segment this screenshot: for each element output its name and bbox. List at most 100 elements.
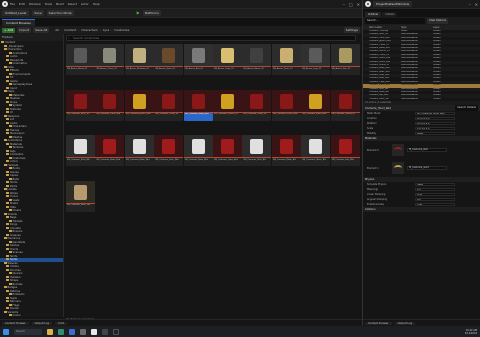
browser-icon[interactable] xyxy=(58,328,64,335)
maximize-icon[interactable]: □ xyxy=(349,2,353,7)
close-icon[interactable]: ✕ xyxy=(357,2,360,7)
breadcrumb-item[interactable]: All xyxy=(55,28,59,32)
material-dropdown[interactable]: M_Costume_Red xyxy=(407,148,447,153)
breadcrumb-item[interactable]: Content xyxy=(64,28,76,32)
breadcrumb-item[interactable]: Characters xyxy=(81,28,97,32)
asset-tile[interactable]: SM_Costume_Chest_02 xyxy=(242,89,272,121)
menu-item-actor[interactable]: Actor xyxy=(81,2,89,6)
asset-tile[interactable]: SM_Costume_Boot_Wht xyxy=(183,135,213,166)
close-icon[interactable]: ✕ xyxy=(475,2,478,7)
bottom-tab-cmd[interactable]: Cmd xyxy=(55,321,68,325)
property-value-field[interactable]: 0.0 0.0 0.0 xyxy=(415,116,455,121)
unreal-editor-icon[interactable] xyxy=(91,328,97,335)
bottom-tab-output-log[interactable]: Output Log xyxy=(31,321,53,325)
asset-tile[interactable]: SM_Costume_Shirt_Blk xyxy=(66,135,95,166)
menu-item-build[interactable]: Build xyxy=(56,2,64,6)
property-value-field[interactable]: 0.0 0.0 0.0 xyxy=(415,121,455,126)
asset-tile[interactable]: SM_Armor_Vest_01 xyxy=(330,44,360,75)
property-value-field[interactable]: 1.0 1.0 1.0 xyxy=(415,126,455,131)
asset-tile[interactable]: SM_Costume_Glove_Red xyxy=(271,89,301,121)
selection-mode-button[interactable]: Selection Mode xyxy=(46,10,74,16)
asset-tile[interactable]: SM_Costume_Shield_01 xyxy=(330,89,360,121)
breadcrumb-item[interactable]: Costumes xyxy=(114,28,129,32)
asset-tile[interactable]: SM_Costume_Glove_Blk xyxy=(301,135,331,166)
asset-tile[interactable]: SM_Costume_Shirt_Yel xyxy=(66,89,95,121)
view-options-button[interactable]: View Options xyxy=(427,18,448,24)
unreal-logo-icon[interactable]: U xyxy=(365,1,371,7)
material-slots: Element 0 M_Costume_Red Element 1 M_Costume… xyxy=(363,141,480,177)
taskbar-search-input[interactable]: Search xyxy=(14,328,42,335)
minimize-icon[interactable]: – xyxy=(469,2,471,7)
outliner-search-input[interactable]: Search... xyxy=(365,18,425,24)
collision-section[interactable]: Collision xyxy=(363,207,480,213)
project-tab[interactable]: ProjectDefaultWindow xyxy=(373,1,413,7)
content-drawer-button[interactable]: Content Drawer xyxy=(365,321,392,325)
property-value-field[interactable]: 0.01 xyxy=(415,192,455,197)
asset-tile[interactable]: SM_Costume_Cape_Red xyxy=(213,135,242,166)
save-all-button[interactable]: Save All xyxy=(33,27,50,33)
asset-tile[interactable]: SM_Costume_Collar_01 xyxy=(154,89,184,121)
asset-tile[interactable]: SM_Costume_Hood_Red xyxy=(183,89,213,121)
asset-tile[interactable]: SM_Armor_Pauldron_01 xyxy=(124,44,154,75)
asset-tile[interactable]: SM_Armor_Boots_01 xyxy=(66,44,95,75)
asset-tile[interactable]: SM_Armor_Boots_02 xyxy=(242,44,272,75)
windows-start-icon[interactable] xyxy=(3,328,9,335)
property-value-field[interactable]: SM_Costume_Hood_Red xyxy=(415,111,455,116)
save-button[interactable]: Save xyxy=(32,10,44,16)
menu-item-edit[interactable]: Edit xyxy=(19,2,25,6)
store-icon[interactable] xyxy=(80,328,86,335)
epic-launcher-icon[interactable] xyxy=(102,328,108,335)
property-value-field[interactable]: Static xyxy=(415,131,455,136)
file-explorer-icon[interactable] xyxy=(47,328,53,335)
property-value-field[interactable]: 0.0 xyxy=(415,187,455,192)
asset-tile[interactable]: SM_Armor_Cape_01 xyxy=(213,44,242,75)
output-log-button[interactable]: Output Log xyxy=(394,321,416,325)
bottom-tab-content-drawer[interactable]: Content Drawer xyxy=(2,321,29,325)
search-input[interactable]: ⌕ Search Costumes xyxy=(66,35,356,41)
asset-tile[interactable]: SM_Armor_Helm_01 xyxy=(154,44,184,75)
clock[interactable]: 10:42 AM 3/14/2024 xyxy=(465,329,477,335)
menu-item-window[interactable]: Window xyxy=(29,2,41,6)
add-button[interactable]: + Add xyxy=(2,27,16,33)
asset-tile[interactable]: SM_Armor_Legs_01 xyxy=(301,44,331,75)
play-icon[interactable]: ▶ xyxy=(137,10,140,16)
folder-icon xyxy=(3,188,7,191)
terminal-icon[interactable] xyxy=(113,328,119,335)
settings-button[interactable]: Settings xyxy=(343,27,360,33)
asset-tile[interactable]: SM_Costume_Sock_Wht xyxy=(154,135,184,166)
asset-tile[interactable]: SM_Costume_Robe_Red xyxy=(95,135,125,166)
asset-tile[interactable]: SM_Costume_Robe_Wht xyxy=(124,135,154,166)
folder-icon xyxy=(6,97,9,100)
asset-tile[interactable]: SM_Armor_Tunic_01 xyxy=(271,44,301,75)
asset-tile[interactable]: SM_Costume_Jacket_Red xyxy=(124,89,154,121)
property-value-field[interactable]: True xyxy=(415,202,455,207)
material-thumbnail[interactable] xyxy=(392,162,404,175)
asset-tile[interactable]: SM_Armor_Chest_01 xyxy=(95,44,125,75)
material-thumbnail[interactable] xyxy=(392,144,404,157)
minimize-icon[interactable]: – xyxy=(343,2,345,7)
content-browser-tab[interactable]: Content Browser xyxy=(2,19,36,26)
asset-tile[interactable]: SM_Costume_Skirt_Blk xyxy=(242,135,272,166)
asset-tile[interactable]: SM_Armor_Belt_01 xyxy=(183,44,213,75)
breadcrumb-item[interactable]: Lyra xyxy=(103,28,109,32)
platforms-button[interactable]: Platforms xyxy=(142,10,161,16)
tab-outliner[interactable]: Outliner xyxy=(365,12,382,17)
asset-tile[interactable]: SM_Costume_Hat_Wht xyxy=(330,135,360,166)
menu-item-file[interactable]: File xyxy=(10,2,15,6)
import-button[interactable]: Import xyxy=(17,27,32,33)
mail-icon[interactable] xyxy=(69,328,75,335)
material-dropdown[interactable]: M_Costume_Gold xyxy=(407,166,447,171)
asset-tile[interactable]: SM_Costume_Sash_Tan xyxy=(66,180,95,212)
unreal-logo-icon[interactable]: U xyxy=(2,1,8,7)
asset-tile[interactable]: SM_Costume_Sleeve_01 xyxy=(213,89,242,121)
level-tab[interactable]: Untitled_Level xyxy=(2,10,30,16)
menu-item-select[interactable]: Select xyxy=(68,2,77,6)
property-value-field[interactable]: 0.0 xyxy=(415,197,455,202)
asset-tile[interactable]: SM_Costume_Pants_Red xyxy=(301,89,331,121)
menu-item-tools[interactable]: Tools xyxy=(45,2,52,6)
menu-item-help[interactable]: Help xyxy=(93,2,100,6)
asset-tile[interactable]: SM_Costume_Mask_Blk xyxy=(271,135,301,166)
asset-tile[interactable]: SM_Costume_Tunic_Red xyxy=(95,89,125,121)
property-value-field[interactable]: False xyxy=(415,182,455,187)
tab-details[interactable]: Details xyxy=(382,12,398,17)
